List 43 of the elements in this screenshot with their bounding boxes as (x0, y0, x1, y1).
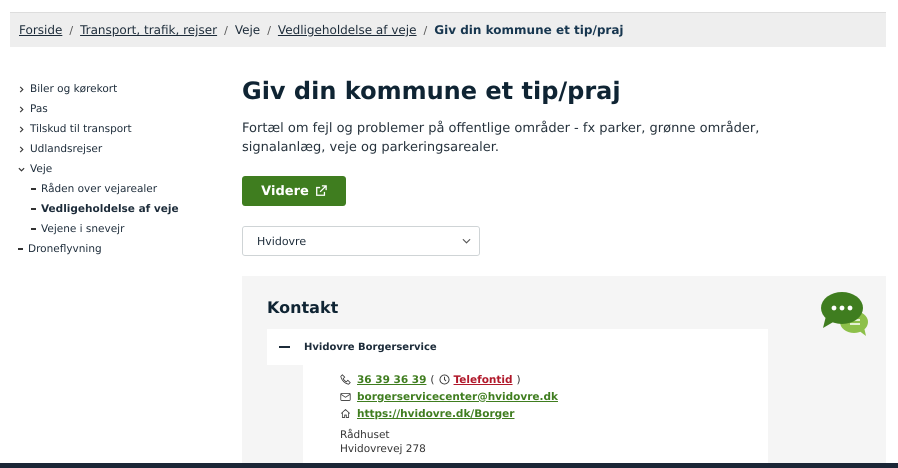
website-link[interactable]: https://hvidovre.dk/Borger (357, 408, 514, 420)
accordion-header[interactable]: Hvidovre Borgerservice (267, 329, 768, 365)
home-icon (340, 408, 351, 419)
municipality-select[interactable]: Hvidovre (242, 226, 480, 256)
breadcrumb-link[interactable]: Forside (19, 23, 62, 37)
sidebar-subitem[interactable]: Vedligeholdelse af veje (18, 199, 242, 219)
paren: ) (516, 374, 521, 386)
breadcrumb-separator: / (69, 24, 74, 36)
videre-button[interactable]: Videre (242, 176, 346, 206)
external-link-icon (314, 185, 327, 197)
chevron-down-icon (462, 238, 471, 244)
sidebar-subitem[interactable]: Råden over vejarealer (18, 179, 242, 199)
dash-icon (31, 228, 36, 230)
sidebar-subitem[interactable]: Vejene i snevejr (18, 219, 242, 239)
page-title: Giv din kommune et tip/praj (242, 77, 622, 105)
sidebar-item[interactable]: Pas (18, 99, 242, 119)
breadcrumb-link[interactable]: Transport, trafik, rejser (80, 23, 218, 37)
email-link[interactable]: borgerservicecenter@hvidovre.dk (357, 390, 558, 402)
sidebar-item[interactable]: Droneflyvning (18, 239, 242, 259)
breadcrumb-item: Giv din kommune et tip/praj (434, 23, 624, 37)
sidebar-item[interactable]: Biler og kørekort (18, 79, 242, 99)
dash-icon (31, 188, 36, 190)
phone-icon (340, 374, 351, 385)
sidebar-item[interactable]: Veje (18, 159, 242, 179)
chat-icon[interactable] (820, 290, 870, 338)
sidebar-item[interactable]: Udlandsrejser (18, 139, 242, 159)
breadcrumb-separator: / (267, 24, 271, 36)
address-line: Hvidovrevej 278 (340, 442, 427, 456)
breadcrumb-item: Veje (234, 23, 260, 37)
dash-icon (18, 248, 23, 250)
phone-link[interactable]: 36 39 36 39 (357, 374, 426, 386)
mail-icon (340, 391, 351, 402)
contact-heading: Kontakt (267, 298, 340, 317)
breadcrumb-separator: / (424, 24, 428, 36)
breadcrumb-link[interactable]: Vedligeholdelse af veje (278, 23, 417, 37)
description: Fortæl om fejl og problemer på offentlige områder - fx parker, grønne områder, signalanlæg, veje og parkeringsarealer. (242, 120, 760, 157)
sidebar-item[interactable]: Tilskud til transport (18, 119, 242, 139)
address-line: Rådhuset (340, 428, 391, 442)
hours-link[interactable]: Telefontid (454, 374, 513, 386)
clock-icon (438, 374, 450, 385)
breadcrumb-separator: / (224, 24, 228, 36)
paren: ( (430, 374, 435, 386)
dash-icon (31, 208, 36, 210)
